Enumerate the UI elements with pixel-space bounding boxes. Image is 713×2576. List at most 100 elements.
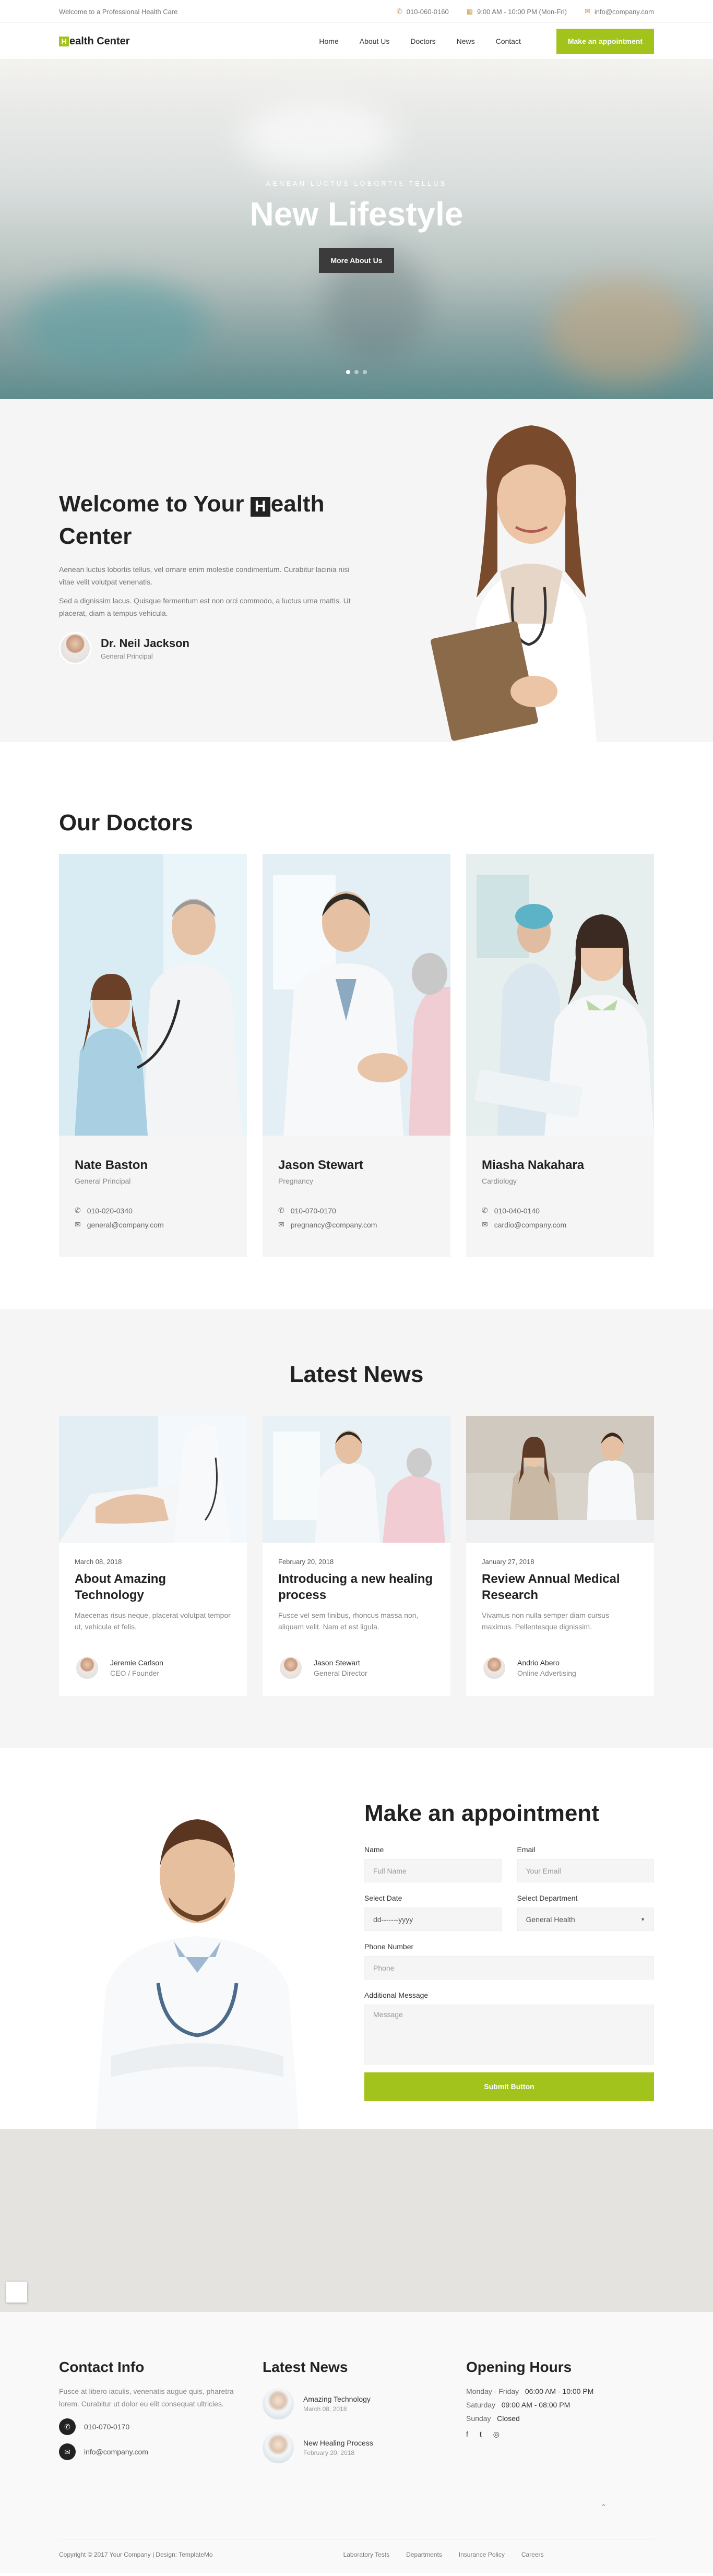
news-image xyxy=(263,1416,450,1543)
make-appointment-button[interactable]: Make an appointment xyxy=(556,29,654,54)
logo-mark: H xyxy=(59,36,69,46)
footer-link[interactable]: Laboratory Tests xyxy=(343,2551,390,2558)
news-date: January 27, 2018 xyxy=(482,1558,534,1566)
doctor-card[interactable]: Miasha Nakahara Cardiology ✆ 010-040-0140… xyxy=(466,854,654,1257)
social-links: f t ◎ xyxy=(466,2430,654,2439)
doctor-card[interactable]: Jason Stewart Pregnancy ✆ 010-070-0170 ✉ p… xyxy=(263,854,450,1257)
email-input[interactable]: Your Email xyxy=(517,1859,654,1882)
hero-title: New Lifestyle xyxy=(249,195,464,233)
news-headline[interactable]: Review Annual Medical Research xyxy=(482,1571,638,1603)
news-date: March 08, 2018 xyxy=(75,1558,122,1566)
doctors-section: Our Doctors Nate Baston General Principa… xyxy=(0,742,713,1309)
news-excerpt: Fusce vel sem finibus, rhoncus massa non… xyxy=(278,1611,419,1631)
news-headline[interactable]: About Amazing Technology xyxy=(75,1571,231,1603)
appointment-title: Make an appointment xyxy=(364,1800,599,1826)
topbar-email[interactable]: ✉ info@company.com xyxy=(585,7,654,16)
slider-dots xyxy=(0,370,713,374)
phone-icon: ✆ xyxy=(482,1206,488,1214)
footer-email[interactable]: ✉ info@company.com xyxy=(59,2443,247,2460)
phone-label: Phone Number xyxy=(364,1942,414,1951)
doctor-email[interactable]: ✉ general@company.com xyxy=(75,1220,231,1229)
footer-link[interactable]: Careers xyxy=(521,2551,544,2558)
footer-news-item[interactable]: New Healing Process February 20, 2018 xyxy=(263,2432,450,2463)
calendar-icon: ▦ xyxy=(466,7,473,15)
date-input[interactable]: dd-------yyyy xyxy=(364,1907,502,1931)
avatar xyxy=(59,632,91,664)
main-navbar: Health Center Home About Us Doctors News… xyxy=(0,23,713,59)
news-image xyxy=(466,1416,654,1543)
footer-phone[interactable]: ✆ 010-070-0170 xyxy=(59,2418,247,2435)
news-author: Jeremie Carlson CEO / Founder xyxy=(75,1655,231,1680)
instagram-icon[interactable]: ◎ xyxy=(493,2430,500,2439)
news-card[interactable]: January 27, 2018 Review Annual Medical R… xyxy=(466,1416,654,1696)
map-embed[interactable] xyxy=(0,2129,713,2312)
doctor-card[interactable]: Nate Baston General Principal ✆ 010-020-0… xyxy=(59,854,247,1257)
phone-icon: ✆ xyxy=(278,1206,284,1214)
nav-link-home[interactable]: Home xyxy=(319,37,338,45)
message-label: Additional Message xyxy=(364,1991,429,1999)
avatar xyxy=(482,1655,507,1680)
avatar xyxy=(75,1655,100,1680)
doctor-phone[interactable]: ✆ 010-040-0140 xyxy=(482,1206,638,1215)
nav-link-contact[interactable]: Contact xyxy=(496,37,521,45)
footer-link[interactable]: Insurance Policy xyxy=(459,2551,505,2558)
phone-input[interactable]: Phone xyxy=(364,1956,654,1979)
news-card[interactable]: March 08, 2018 About Amazing Technology … xyxy=(59,1416,247,1696)
slider-dot[interactable] xyxy=(346,370,350,374)
news-image xyxy=(59,1416,247,1543)
footer-contact-title: Contact Info xyxy=(59,2359,145,2375)
doctor-phone[interactable]: ✆ 010-070-0170 xyxy=(278,1206,435,1215)
phone-icon: ✆ xyxy=(75,1206,81,1214)
slider-dot[interactable] xyxy=(363,370,367,374)
avatar xyxy=(278,1655,303,1680)
news-title: Latest News xyxy=(289,1362,424,1387)
envelope-icon: ✉ xyxy=(584,7,590,15)
footer-news-item[interactable]: Amazing Technology March 08, 2018 xyxy=(263,2388,450,2419)
news-author-role: CEO / Founder xyxy=(110,1669,160,1677)
hero-bg-shape xyxy=(548,279,694,383)
news-thumbnail xyxy=(263,2432,294,2463)
department-select[interactable]: General Health ▼ xyxy=(517,1907,654,1931)
site-logo[interactable]: Health Center xyxy=(59,35,130,47)
submit-button[interactable]: Submit Button xyxy=(364,2072,654,2101)
facebook-icon[interactable]: f xyxy=(466,2430,468,2439)
chevron-up-icon[interactable]: ⌃ xyxy=(600,2502,607,2513)
footer: Contact Info Fusce at libero iaculis, ve… xyxy=(0,2312,713,2573)
welcome-title: Welcome to Your Health Center xyxy=(59,491,325,549)
nav-link-doctors[interactable]: Doctors xyxy=(410,37,435,45)
doctor-phone[interactable]: ✆ 010-020-0340 xyxy=(75,1206,231,1215)
welcome-author: Dr. Neil Jackson General Principal xyxy=(59,632,362,664)
doctor-email[interactable]: ✉ pregnancy@company.com xyxy=(278,1220,435,1229)
news-headline[interactable]: Introducing a new healing process xyxy=(278,1571,435,1603)
department-label: Select Department xyxy=(517,1894,578,1902)
footer-contact-text: Fusce at libero iaculis, venenatis augue… xyxy=(59,2387,234,2408)
news-author-name: Jason Stewart xyxy=(314,1659,360,1667)
slider-dot[interactable] xyxy=(354,370,359,374)
map-control-button[interactable] xyxy=(6,2282,27,2303)
twitter-icon[interactable]: t xyxy=(480,2430,482,2439)
doctor-photo xyxy=(263,854,450,1136)
doctor-photo xyxy=(466,854,654,1136)
copyright: Copyright © 2017 Your Company | Design: … xyxy=(59,2551,213,2558)
doctor-name: Nate Baston xyxy=(75,1158,148,1172)
more-about-us-button[interactable]: More About Us xyxy=(319,248,394,273)
topbar-phone[interactable]: ✆ 010-060-0160 xyxy=(397,7,449,16)
nav-link-about[interactable]: About Us xyxy=(360,37,390,45)
doctor-email[interactable]: ✉ cardio@company.com xyxy=(482,1220,638,1229)
doctor-name: Jason Stewart xyxy=(278,1158,363,1172)
footer-link[interactable]: Departments xyxy=(406,2551,442,2558)
name-input[interactable]: Full Name xyxy=(364,1859,502,1882)
news-section: Latest News March 08, 2018 About Amazing… xyxy=(0,1309,713,1748)
doctor-specialty: General Principal xyxy=(75,1177,131,1185)
message-textarea[interactable]: Message xyxy=(364,2005,654,2065)
news-excerpt: Vivamus non nulla semper diam cursus max… xyxy=(482,1611,610,1631)
news-card[interactable]: February 20, 2018 Introducing a new heal… xyxy=(263,1416,450,1696)
nav-link-news[interactable]: News xyxy=(457,37,475,45)
news-thumbnail xyxy=(263,2388,294,2419)
news-author: Andrio Abero Online Advertising xyxy=(482,1655,638,1680)
news-author-role: General Director xyxy=(314,1669,367,1677)
news-excerpt: Maecenas risus neque, placerat volutpat … xyxy=(75,1611,231,1631)
nav-links: Home About Us Doctors News Contact xyxy=(319,37,520,45)
hero-bg-shape xyxy=(240,101,397,174)
top-bar: Welcome to a Professional Health Care ✆ 0… xyxy=(0,0,713,23)
